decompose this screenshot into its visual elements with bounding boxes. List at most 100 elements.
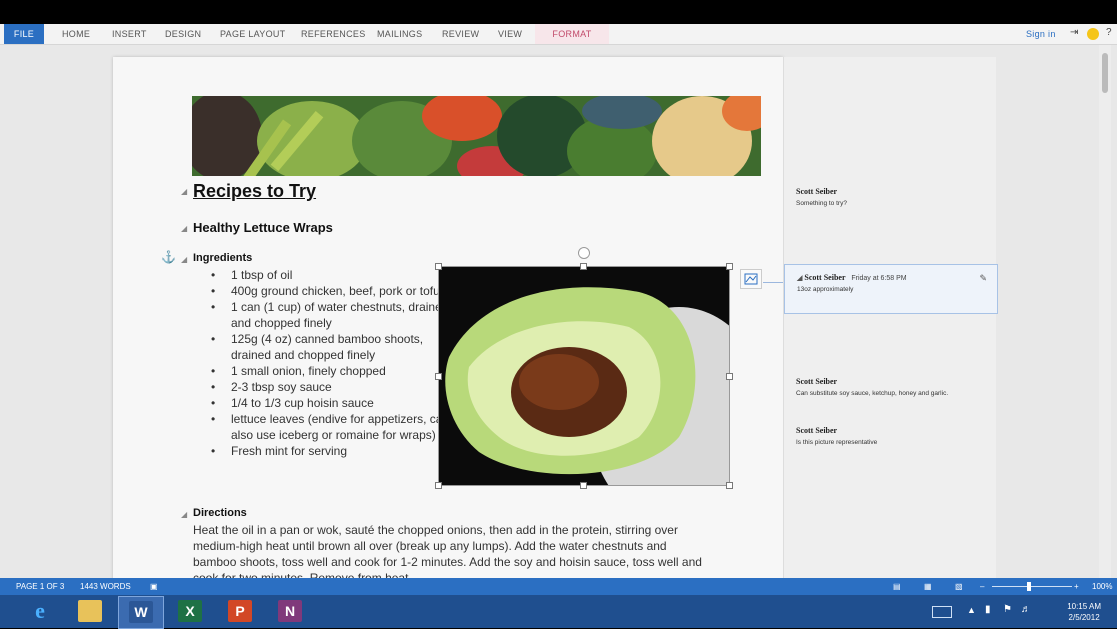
comment[interactable]: Scott Seiber Is this picture representat… — [796, 426, 992, 446]
tab-references[interactable]: REFERENCES — [301, 24, 366, 44]
flag-icon[interactable]: ⚑ — [1003, 604, 1012, 615]
keyboard-icon[interactable] — [932, 606, 952, 618]
zoom-in-button[interactable]: + — [1074, 578, 1079, 595]
scrollbar-thumb[interactable] — [1102, 53, 1108, 93]
resize-handle[interactable] — [580, 263, 587, 270]
tab-review[interactable]: REVIEW — [442, 24, 479, 44]
comment[interactable]: Scott Seiber Something to try? — [796, 187, 992, 207]
resize-handle[interactable] — [580, 482, 587, 489]
vertical-scrollbar[interactable] — [1099, 45, 1111, 578]
word-count[interactable]: 1443 WORDS — [80, 578, 131, 595]
clock-date: 2/5/2012 — [1068, 613, 1100, 622]
onenote-icon: N — [278, 600, 302, 622]
list-item: 1 can (1 cup) of water chestnuts, draine… — [211, 299, 451, 331]
lettuce-wrap-photo[interactable] — [438, 266, 730, 486]
word-icon: W — [129, 601, 153, 623]
comment-author: Scott Seiber — [804, 273, 846, 282]
list-item: 1/4 to 1/3 cup hoisin sauce — [211, 395, 451, 411]
network-icon[interactable]: ▮ — [985, 604, 991, 615]
page-count[interactable]: PAGE 1 OF 3 — [16, 578, 64, 595]
ribbon-tabs: FILE HOME INSERT DESIGN PAGE LAYOUT REFE… — [0, 24, 1117, 45]
comment-active[interactable]: ◢ Scott Seiber Friday at 6:58 PM 13oz ap… — [784, 264, 998, 314]
web-layout-icon[interactable]: ▧ — [955, 578, 963, 595]
tab-format[interactable]: FORMAT — [535, 24, 609, 44]
vegetable-banner-drawing — [192, 96, 761, 176]
zoom-slider-track[interactable] — [992, 586, 1072, 587]
zoom-out-button[interactable]: – — [980, 578, 984, 595]
directions-text: Heat the oil in a pan or wok, sauté the … — [193, 523, 702, 578]
windows-taskbar: e W X P N ▲ ▮ ⚑ ♬ 10:15 AM 2/5/2012 — [0, 595, 1117, 629]
volume-icon[interactable]: ♬ — [1021, 604, 1031, 615]
taskbar-onenote[interactable]: N — [268, 596, 312, 627]
collapse-title-icon[interactable]: ◢ — [181, 187, 187, 196]
layout-options-icon — [744, 273, 758, 285]
ingredients-list: 1 tbsp of oil 400g ground chicken, beef,… — [193, 267, 451, 459]
tab-home[interactable]: HOME — [62, 24, 90, 44]
recipe-title: Healthy Lettuce Wraps — [193, 220, 333, 235]
reply-icon[interactable]: ✎ — [979, 273, 987, 284]
screen-top-border — [0, 0, 1117, 24]
show-hidden-icons-icon[interactable]: ▲ — [967, 605, 976, 615]
ingredients-heading: Ingredients — [193, 252, 253, 264]
taskbar-explorer[interactable] — [68, 596, 112, 627]
document-workspace: ◢ Recipes to Try ◢ Healthy Lettuce Wraps… — [0, 45, 1117, 578]
internet-explorer-icon: e — [35, 598, 45, 623]
comment-text: Can substitute soy sauce, ketchup, honey… — [796, 390, 949, 397]
comment-text[interactable]: 13oz approximately — [797, 286, 985, 293]
resize-handle[interactable] — [435, 263, 442, 270]
tab-insert[interactable]: INSERT — [112, 24, 147, 44]
resize-handle[interactable] — [726, 482, 733, 489]
powerpoint-icon: P — [228, 600, 252, 622]
collapse-comment-icon[interactable]: ◢ — [797, 274, 802, 282]
help-icon[interactable]: ? — [1106, 27, 1112, 41]
status-bar: PAGE 1 OF 3 1443 WORDS ▣ ▤ ▦ ▧ – + 100% — [0, 578, 1117, 595]
list-item: 1 small onion, finely chopped — [211, 363, 451, 379]
comment-text: Something to try? — [796, 200, 847, 207]
collapse-ingredients-icon[interactable]: ◢ — [181, 255, 187, 264]
document-page: ◢ Recipes to Try ◢ Healthy Lettuce Wraps… — [113, 57, 905, 578]
collapse-recipe-icon[interactable]: ◢ — [181, 224, 187, 233]
taskbar-ie[interactable]: e — [18, 596, 62, 627]
resize-handle[interactable] — [726, 373, 733, 380]
excel-icon: X — [178, 600, 202, 622]
comment-time: Friday at 6:58 PM — [851, 275, 907, 282]
file-explorer-icon — [78, 600, 102, 622]
lettuce-wrap-drawing — [439, 267, 729, 485]
zoom-slider-thumb[interactable] — [1027, 582, 1031, 591]
taskbar-excel[interactable]: X — [168, 596, 212, 627]
tab-file[interactable]: FILE — [4, 24, 44, 44]
clock-time: 10:15 AM — [1067, 602, 1101, 611]
smiley-feedback-icon[interactable] — [1087, 28, 1099, 40]
taskbar-word[interactable]: W — [118, 596, 164, 629]
resize-handle[interactable] — [726, 263, 733, 270]
directions-heading: Directions — [193, 507, 247, 519]
tab-design[interactable]: DESIGN — [165, 24, 201, 44]
list-item: Fresh mint for serving — [211, 443, 451, 459]
comment[interactable]: Scott Seiber Can substitute soy sauce, k… — [796, 377, 992, 397]
tab-page-layout[interactable]: PAGE LAYOUT — [220, 24, 285, 44]
rotate-handle[interactable] — [578, 247, 590, 259]
taskbar-clock[interactable]: 10:15 AM 2/5/2012 — [1067, 601, 1101, 623]
taskbar-powerpoint[interactable]: P — [218, 596, 262, 627]
list-item: 2-3 tbsp soy sauce — [211, 379, 451, 395]
list-item: lettuce leaves (endive for appetizers, c… — [211, 411, 451, 443]
proofing-icon[interactable]: ▣ — [150, 578, 158, 595]
anchor-icon[interactable]: ⚓ — [161, 250, 176, 264]
list-item: 400g ground chicken, beef, pork or tofu — [211, 283, 451, 299]
list-item: 125g (4 oz) canned bamboo shoots, draine… — [211, 331, 451, 363]
collapse-directions-icon[interactable]: ◢ — [181, 510, 187, 519]
resize-handle[interactable] — [435, 482, 442, 489]
tab-view[interactable]: VIEW — [498, 24, 522, 44]
layout-options-button[interactable] — [740, 269, 762, 289]
sign-in-link[interactable]: Sign in — [1026, 24, 1056, 44]
resize-handle[interactable] — [435, 373, 442, 380]
read-mode-icon[interactable]: ▤ — [893, 578, 901, 595]
tab-mailings[interactable]: MAILINGS — [377, 24, 422, 44]
system-tray: ▲ ▮ ⚑ ♬ 10:15 AM 2/5/2012 — [917, 595, 1117, 628]
list-item: 1 tbsp of oil — [211, 267, 451, 283]
comment-author: Scott Seiber — [796, 426, 838, 435]
ribbon-collapse-icon[interactable]: ⇥ — [1070, 27, 1078, 41]
zoom-level[interactable]: 100% — [1092, 578, 1112, 595]
comment-text: Is this picture representative — [796, 439, 878, 446]
print-layout-icon[interactable]: ▦ — [924, 578, 932, 595]
